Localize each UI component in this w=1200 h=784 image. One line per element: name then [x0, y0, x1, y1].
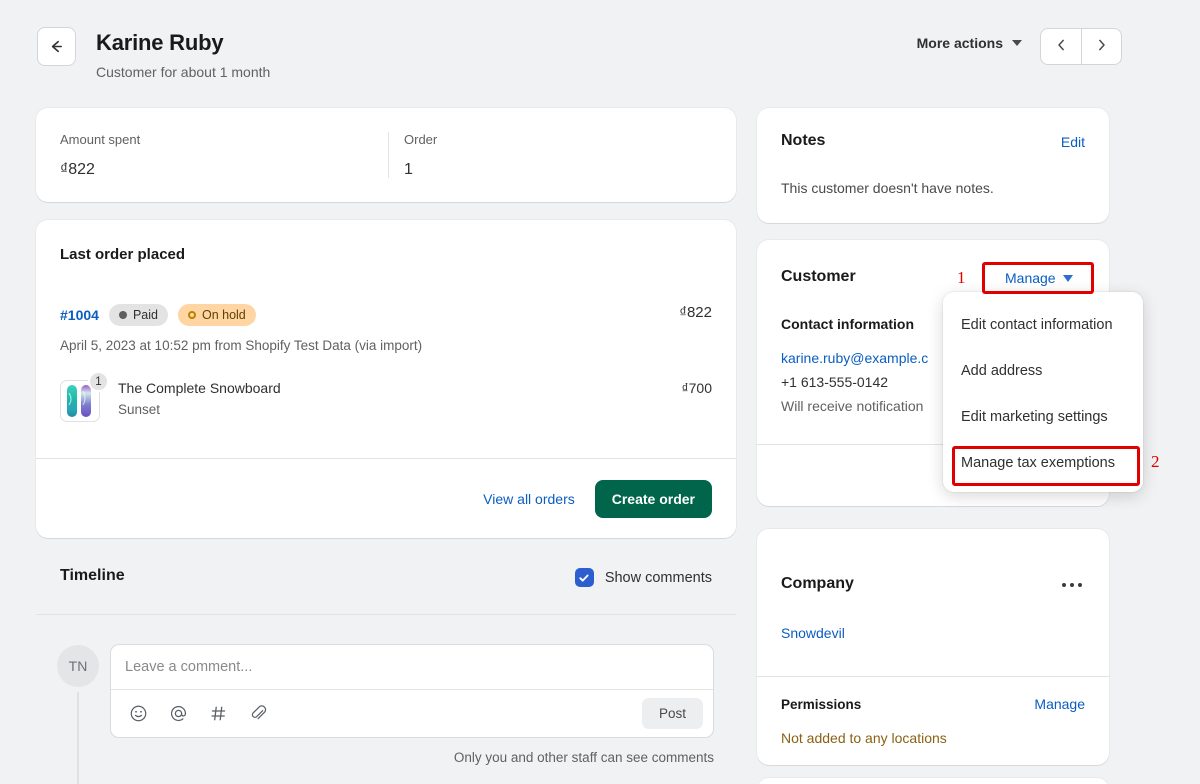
stat-label: Amount spent: [60, 132, 141, 147]
badge-label: Paid: [132, 308, 158, 322]
order-meta: April 5, 2023 at 10:52 pm from Shopify T…: [60, 338, 423, 353]
post-comment-button[interactable]: Post: [641, 698, 703, 729]
status-dot-icon: [118, 311, 127, 319]
avatar: TN: [57, 645, 99, 687]
company-card-title: Company: [781, 575, 854, 592]
page-title: Karine Ruby: [96, 30, 224, 55]
notes-card: Notes Edit This customer doesn't have no…: [757, 108, 1109, 223]
notes-title: Notes: [781, 132, 826, 149]
status-badge-on-hold: On hold: [177, 304, 256, 326]
arrow-left-icon: [48, 38, 65, 55]
customer-phone: +1 613-555-0142: [781, 374, 889, 390]
order-summary-row: #1004 Paid On hold: [60, 304, 256, 326]
previous-customer-button[interactable]: [1041, 29, 1081, 64]
order-card-footer: View all orders Create order: [36, 458, 736, 538]
menu-item-add-address[interactable]: Add address: [943, 348, 1143, 394]
timeline-title: Timeline: [60, 567, 125, 584]
status-badge-paid: Paid: [108, 304, 168, 326]
chevron-down-icon: [1062, 274, 1073, 282]
show-comments-checkbox[interactable]: [574, 568, 594, 587]
comment-composer: Leave a comment... Post: [110, 644, 714, 738]
permissions-value: Not added to any locations: [781, 730, 947, 746]
mention-icon[interactable]: [161, 697, 195, 731]
notes-edit-link[interactable]: Edit: [1061, 134, 1085, 150]
menu-item-manage-tax-exemptions[interactable]: Manage tax exemptions: [943, 440, 1143, 486]
page-subtitle: Customer for about 1 month: [96, 64, 271, 80]
permissions-label: Permissions: [781, 697, 862, 712]
order-total: ₫822: [679, 304, 712, 321]
company-card: Company Snowdevil Permissions Manage Not…: [757, 529, 1109, 765]
line-item-variant: Sunset: [118, 402, 161, 417]
create-order-button[interactable]: Create order: [594, 479, 712, 518]
manage-label: Manage: [1005, 270, 1056, 286]
line-item-text: The Complete Snowboard Sunset: [118, 380, 281, 417]
contact-information-heading: Contact information: [781, 316, 914, 332]
customer-card-title: Customer: [781, 268, 856, 285]
more-actions-button[interactable]: More actions: [917, 35, 1022, 51]
partial-bottom-card: [757, 778, 1109, 784]
emoji-icon[interactable]: [121, 697, 155, 731]
line-item-title: The Complete Snowboard: [118, 380, 281, 396]
show-comments-label: Show comments: [604, 569, 712, 586]
chevron-left-icon: [1055, 38, 1068, 56]
annotation-number-1: 1: [957, 268, 966, 287]
stat-amount-spent: Amount spent ₫822: [60, 132, 140, 179]
customer-detail-page: Karine Ruby Customer for about 1 month M…: [0, 0, 1200, 784]
dot: [1078, 583, 1082, 587]
notes-body: This customer doesn't have notes.: [781, 180, 994, 196]
company-permissions-section: Permissions Manage Not added to any loca…: [757, 676, 1109, 765]
comment-visibility-note: Only you and other staff can see comment…: [453, 750, 714, 765]
status-ring-icon: [187, 311, 196, 319]
last-order-card: Last order placed #1004 Paid On hold ₫82…: [36, 220, 736, 538]
permissions-manage-link[interactable]: Manage: [1034, 696, 1085, 712]
product-thumbnail-wrapper: 1: [60, 371, 109, 422]
manage-dropdown-menu: Edit contact information Add address Edi…: [943, 292, 1143, 492]
timeline-divider: [36, 614, 736, 615]
stat-order-count: Order 1: [404, 132, 437, 179]
view-all-orders-link[interactable]: View all orders: [483, 491, 575, 507]
chevron-right-icon: [1095, 38, 1108, 56]
company-name-link[interactable]: Snowdevil: [781, 625, 845, 641]
hashtag-icon[interactable]: [201, 697, 235, 731]
customer-email-link[interactable]: karine.ruby@example.c: [781, 350, 928, 366]
order-line-item: 1 The Complete Snowboard Sunset: [60, 371, 281, 422]
dot: [1070, 583, 1074, 587]
comment-input[interactable]: Leave a comment...: [111, 645, 713, 689]
back-button[interactable]: [37, 27, 76, 66]
more-actions-label: More actions: [916, 35, 1003, 51]
chevron-down-icon: [1012, 40, 1022, 46]
last-order-title: Last order placed: [60, 246, 186, 263]
page-header: Karine Ruby Customer for about 1 month M…: [0, 0, 1200, 98]
annotation-number-2: 2: [1151, 452, 1160, 471]
dot: [1062, 583, 1066, 587]
menu-item-edit-marketing-settings[interactable]: Edit marketing settings: [943, 394, 1143, 440]
line-item-price: ₫700: [681, 380, 712, 396]
next-customer-button[interactable]: [1081, 29, 1121, 64]
quantity-badge: 1: [88, 371, 109, 392]
stat-label: Order: [404, 132, 438, 147]
stat-value: 1: [404, 161, 413, 178]
manage-link[interactable]: Manage: [1005, 270, 1073, 286]
show-comments-toggle[interactable]: Show comments: [574, 568, 712, 587]
ellipsis-icon[interactable]: [1057, 573, 1087, 597]
attachment-icon[interactable]: [241, 697, 275, 731]
timeline-stem: [77, 692, 79, 784]
customer-notification-status: Will receive notification: [781, 398, 924, 414]
stat-value: ₫822: [60, 161, 95, 178]
stat-divider: [388, 132, 389, 178]
order-number-link[interactable]: #1004: [60, 307, 99, 323]
check-icon: [579, 574, 589, 582]
badge-label: On hold: [201, 308, 246, 322]
customer-stats-card: Amount spent ₫822 Order 1: [36, 108, 736, 202]
pagination-control: [1040, 28, 1122, 65]
comment-toolbar: Post: [111, 689, 713, 737]
menu-item-edit-contact-information[interactable]: Edit contact information: [943, 302, 1143, 348]
